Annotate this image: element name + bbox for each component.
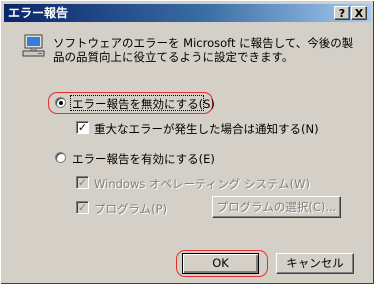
title-bar: エラー報告 ? X bbox=[4, 4, 371, 22]
radio-enable-reporting[interactable] bbox=[55, 152, 66, 163]
close-button[interactable]: X bbox=[351, 6, 367, 20]
select-programs-button[interactable]: プログラムの選択(C)... bbox=[212, 196, 341, 218]
window-title: エラー報告 bbox=[8, 6, 69, 20]
help-button[interactable]: ? bbox=[334, 6, 350, 20]
computer-icon bbox=[22, 34, 45, 57]
radio-disable-reporting[interactable] bbox=[55, 97, 66, 108]
checkbox-programs[interactable]: ✓ bbox=[76, 201, 89, 214]
radio-enable-reporting-label[interactable]: エラー報告を有効にする(E) bbox=[72, 151, 215, 167]
checkbox-windows-os[interactable]: ✓ bbox=[76, 176, 89, 189]
checkbox-notify-critical-label[interactable]: 重大なエラーが発生した場合は通知する(N) bbox=[94, 121, 319, 137]
cancel-button[interactable]: キャンセル bbox=[276, 253, 354, 274]
description-text: ソフトウェアのエラーを Microsoft に報告して、今後の製品の品質向上に役… bbox=[53, 36, 354, 64]
checkbox-notify-critical[interactable]: ✓ bbox=[76, 121, 89, 134]
checkbox-programs-label[interactable]: プログラム(P) bbox=[94, 201, 167, 217]
ok-button[interactable]: OK bbox=[182, 253, 259, 274]
radio-disable-reporting-label[interactable]: エラー報告を無効にする(S) bbox=[72, 96, 215, 112]
checkbox-windows-os-label[interactable]: Windows オペレーティング システム(W) bbox=[94, 176, 310, 192]
error-report-dialog: エラー報告 ? X ソフトウェアのエラーを Microsoft に報告して、今後… bbox=[0, 0, 375, 285]
